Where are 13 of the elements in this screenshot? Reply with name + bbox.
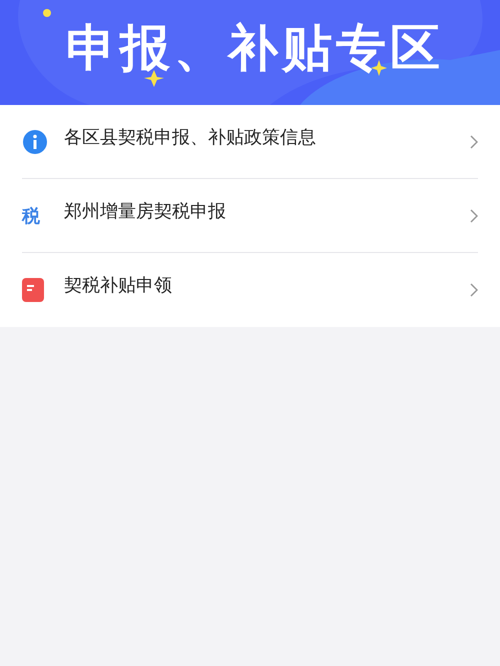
menu-label: 契税补贴申领 [64, 274, 173, 296]
chevron-right-icon [470, 208, 478, 222]
info-icon [22, 128, 48, 154]
tax-glyph-icon: 税 [22, 204, 40, 228]
document-icon [22, 278, 44, 302]
menu-item[interactable]: 契税补贴申领 [22, 253, 478, 327]
banner-title: 申报、补贴专区 [66, 18, 444, 79]
menu-item[interactable]: 各区县契税申报、补贴政策信息 [22, 105, 478, 179]
menu-item[interactable]: 税 郑州增量房契税申报 [22, 179, 478, 253]
menu-label: 各区县契税申报、补贴政策信息 [64, 126, 317, 148]
menu-label: 郑州增量房契税申报 [64, 200, 227, 222]
chevron-right-icon [470, 134, 478, 148]
chevron-right-icon [470, 282, 478, 296]
